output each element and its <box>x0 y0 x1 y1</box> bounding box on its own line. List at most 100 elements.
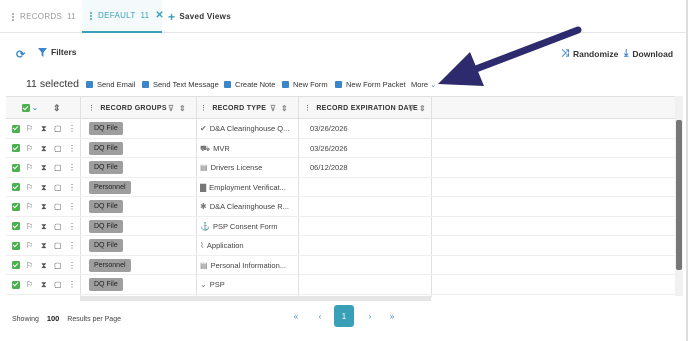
current-page-button[interactable]: 1 <box>334 305 354 327</box>
send-text-message-button[interactable]: Send Text Message <box>142 80 219 89</box>
table-row[interactable]: ⚐ ⧗ ▢ ⋮ DQ File ⌇ Application <box>6 236 682 256</box>
row-checkbox[interactable] <box>12 280 20 289</box>
sort-icon[interactable]: ⇕ <box>53 97 61 119</box>
note-icon[interactable]: ▢ <box>54 183 62 192</box>
column-record-expiration-date[interactable]: ⋮ RECORD EXPIRATION DATE ⊽ ⇕ <box>304 97 432 119</box>
new-form-packet-button[interactable]: New Form Packet <box>335 80 406 89</box>
table-row[interactable]: ⚐ ⧗ ▢ ⋮ DQ File ⚓ PSP Consent Form <box>6 217 682 236</box>
sort-icon[interactable]: ⇕ <box>281 104 288 113</box>
tab-records[interactable]: RECORDS 11 <box>12 0 80 33</box>
table-row[interactable]: ⚐ ⧗ ▢ ⋮ DQ File ✱ D&A Clearinghouse R... <box>6 197 682 217</box>
page-size-select[interactable]: 100 <box>47 314 60 323</box>
first-page-button[interactable]: « <box>288 305 304 327</box>
row-checkbox[interactable] <box>12 163 20 172</box>
send-email-button[interactable]: Send Email <box>86 80 135 89</box>
flag-icon[interactable]: ⚐ <box>26 222 33 231</box>
record-group-badge: DQ File <box>89 161 123 174</box>
note-icon[interactable]: ▢ <box>54 144 62 153</box>
record-type-cell[interactable]: ▇ Employment Verificat... <box>200 183 295 192</box>
row-checkbox[interactable] <box>12 124 20 133</box>
kebab-menu-icon[interactable]: ⋮ <box>68 280 76 289</box>
filter-icon[interactable]: ⊽ <box>408 104 414 113</box>
flag-icon[interactable]: ⚐ <box>26 241 33 250</box>
table-row[interactable]: ⚐ ⧗ ▢ ⋮ DQ File ▤ Drivers License 06/12/2028 <box>6 158 682 178</box>
download-label: Download <box>632 48 674 59</box>
note-icon[interactable]: ▢ <box>54 202 62 211</box>
flag-icon[interactable]: ⚐ <box>26 144 33 153</box>
table-row[interactable]: ⚐ ⧗ ▢ ⋮ DQ File ✔ D&A Clearinghouse Q... 03/26/… <box>6 119 682 139</box>
prev-page-button[interactable]: ‹ <box>312 305 328 327</box>
saved-views-button[interactable]: + Saved Views <box>168 0 258 33</box>
row-checkbox[interactable] <box>12 183 20 191</box>
create-note-button[interactable]: Create Note <box>224 80 275 89</box>
row-checkbox[interactable] <box>12 222 20 230</box>
expiration-date-cell: 03/26/2026 <box>310 143 348 153</box>
record-type-cell[interactable]: ⌄ PSP <box>200 280 295 289</box>
checkbox[interactable] <box>22 104 30 112</box>
download-icon: ⤓ <box>624 48 629 59</box>
row-checkbox[interactable] <box>12 202 20 211</box>
flag-icon[interactable]: ⚐ <box>26 202 33 211</box>
kebab-menu-icon[interactable]: ⋮ <box>68 144 76 153</box>
flag-icon[interactable]: ⚐ <box>26 280 33 289</box>
kebab-menu-icon[interactable]: ⋮ <box>68 261 76 270</box>
kebab-menu-icon[interactable]: ⋮ <box>68 202 76 211</box>
select-all-checkbox[interactable]: ⌄ <box>22 97 38 119</box>
drag-handle-icon[interactable]: ⋮ <box>200 104 207 112</box>
record-type-cell[interactable]: ✱ D&A Clearinghouse R... <box>200 202 295 211</box>
table-row[interactable]: ⚐ ⧗ ▢ ⋮ Personnel ▤ Personal Information... <box>6 256 682 275</box>
refresh-icon[interactable]: ⟳ <box>16 48 25 61</box>
kebab-menu-icon[interactable]: ⋮ <box>68 241 76 250</box>
row-checkbox[interactable] <box>12 241 20 250</box>
row-checkbox[interactable] <box>12 144 20 152</box>
note-icon[interactable]: ▢ <box>54 280 62 289</box>
record-type-label: Drivers License <box>210 163 263 172</box>
filter-icon[interactable]: ⊽ <box>168 104 174 113</box>
column-record-type[interactable]: ⋮ RECORD TYPE ⊽ ⇕ <box>200 97 296 119</box>
record-type-cell[interactable]: ▤ Personal Information... <box>200 261 295 270</box>
record-type-cell[interactable]: ⌇ Application <box>200 241 295 250</box>
record-type-cell[interactable]: ⛟ MVR <box>200 144 295 154</box>
kebab-menu-icon[interactable]: ⋮ <box>68 163 76 172</box>
new-form-button[interactable]: New Form <box>282 80 328 89</box>
record-group-badge: DQ File <box>89 239 123 252</box>
kebab-menu-icon[interactable]: ⋮ <box>68 183 76 192</box>
note-icon[interactable]: ▢ <box>54 163 62 172</box>
expiration-date-cell: 06/12/2028 <box>310 163 348 172</box>
sort-icon[interactable]: ⇕ <box>179 104 186 113</box>
drag-handle-icon[interactable]: ⋮ <box>88 104 95 112</box>
table-row[interactable]: ⚐ ⧗ ▢ ⋮ Personnel ▇ Employment Verificat... <box>6 178 682 197</box>
note-icon[interactable]: ▢ <box>54 124 62 133</box>
table-row[interactable]: ⚐ ⧗ ▢ ⋮ DQ File ⛟ MVR 03/26/2026 <box>6 139 682 158</box>
vertical-scrollbar[interactable] <box>676 120 682 270</box>
kebab-menu-icon[interactable]: ⋮ <box>68 124 76 133</box>
note-icon[interactable]: ▢ <box>54 241 62 250</box>
sort-icon[interactable]: ⇕ <box>419 104 426 113</box>
drag-handle-icon[interactable]: ⋮ <box>304 104 311 112</box>
column-record-groups[interactable]: ⋮ RECORD GROUPS ⊽ ⇕ <box>88 97 198 119</box>
record-type-label: D&A Clearinghouse Q... <box>209 124 290 133</box>
record-type-cell[interactable]: ⚓ PSP Consent Form <box>200 222 295 231</box>
kebab-menu-icon[interactable]: ⋮ <box>68 222 76 231</box>
note-icon[interactable]: ▢ <box>54 261 62 270</box>
tab-default[interactable]: DEFAULT 11 ✕ <box>82 0 164 33</box>
next-page-button[interactable]: › <box>362 305 378 327</box>
close-icon[interactable]: ✕ <box>155 10 164 21</box>
more-button[interactable]: More ⌄ <box>411 80 436 89</box>
flag-icon[interactable]: ⚐ <box>26 163 33 172</box>
record-type-cell[interactable]: ▤ Drivers License <box>200 163 295 172</box>
download-button[interactable]: ⤓ Download <box>624 48 673 59</box>
flag-icon[interactable]: ⚐ <box>26 183 33 192</box>
results-label: Results per Page <box>67 316 121 323</box>
table-row[interactable]: ⚐ ⧗ ▢ ⋮ DQ File ⌄ PSP <box>6 275 682 295</box>
flag-icon[interactable]: ⚐ <box>26 261 33 270</box>
record-type-cell[interactable]: ✔ D&A Clearinghouse Q... <box>200 124 295 133</box>
filters-button[interactable]: Filters <box>38 47 77 57</box>
flag-icon[interactable]: ⚐ <box>26 124 33 133</box>
note-icon[interactable]: ▢ <box>54 222 62 231</box>
last-page-button[interactable]: » <box>384 305 400 327</box>
filter-icon[interactable]: ⊽ <box>270 104 276 113</box>
action-label: Send Email <box>97 80 136 89</box>
row-checkbox[interactable] <box>12 261 20 269</box>
randomize-button[interactable]: ⤨ Randomize <box>561 48 618 59</box>
